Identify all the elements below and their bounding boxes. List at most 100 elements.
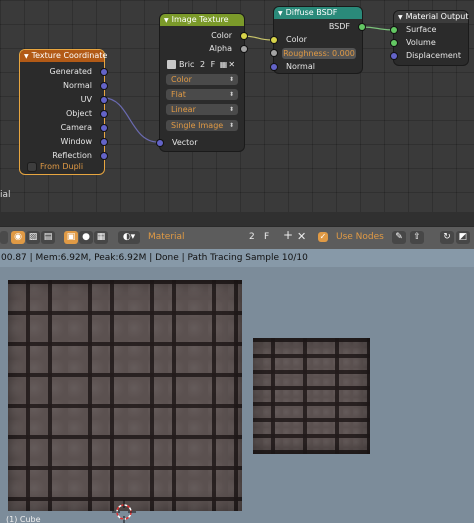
socket-normal[interactable] <box>101 83 107 89</box>
output-uv: UV <box>80 95 92 104</box>
unlink-material-icon[interactable]: ✕ <box>297 230 306 243</box>
collapse-triangle-icon[interactable]: ▼ <box>278 10 283 17</box>
go-parent-icon[interactable]: ⇧ <box>410 231 424 244</box>
material-output-node[interactable]: ▼ Material Output Surface Volume Displace… <box>391 11 468 65</box>
extension-value: Single Image <box>171 121 224 130</box>
output-generated: Generated <box>49 67 92 76</box>
link-bsdf-surface <box>361 26 395 31</box>
material-browse-icon[interactable]: ◐▾ <box>118 231 140 244</box>
socket-bsdf[interactable] <box>359 24 365 30</box>
image-browse-icon[interactable] <box>167 60 176 69</box>
render-status-bar: 00.87 | Mem:6.92M, Peak:6.92M | Done | P… <box>0 249 474 267</box>
image-name[interactable]: Bric <box>179 60 194 69</box>
node-title: Image Texture <box>171 15 229 24</box>
3d-viewport[interactable]: (1) Cube <box>0 267 474 523</box>
socket-camera[interactable] <box>101 125 107 131</box>
from-dupli-checkbox[interactable] <box>28 163 36 171</box>
socket-volume[interactable] <box>391 40 397 46</box>
use-nodes-label[interactable]: Use Nodes <box>336 231 384 244</box>
interpolation-value: Linear <box>171 105 196 114</box>
socket-alpha[interactable] <box>241 46 247 52</box>
node-editor[interactable]: ▼ Texture Coordinate Generated Normal UV … <box>0 0 474 212</box>
image-texture-header[interactable]: ▼ Image Texture <box>160 14 244 26</box>
socket-surface[interactable] <box>391 27 397 33</box>
3d-cursor-icon[interactable] <box>112 500 136 523</box>
color-space-dropdown[interactable]: Color ⬍ <box>166 74 238 85</box>
dropdown-arrow-icon: ⬍ <box>228 76 234 83</box>
material-output-header[interactable]: ▼ Material Output <box>394 11 468 23</box>
material-fake-user[interactable]: F <box>264 231 269 244</box>
texture-nodes-icon[interactable]: ▨ <box>26 231 40 244</box>
new-image-icon[interactable]: ▦ <box>220 60 228 69</box>
socket-input-color[interactable] <box>271 37 277 43</box>
color-space-value: Color <box>171 75 192 84</box>
output-normal: Normal <box>63 81 92 90</box>
dropdown-arrow-icon: ⬍ <box>228 91 234 98</box>
texture-coordinate-node[interactable]: ▼ Texture Coordinate Generated Normal UV … <box>20 50 107 174</box>
image-users: 2 <box>199 60 206 69</box>
link-uv-vector <box>103 97 159 143</box>
add-material-icon[interactable]: + <box>283 229 293 242</box>
unlink-image-icon[interactable]: ✕ <box>228 60 235 69</box>
side-label: ial <box>0 190 11 200</box>
snap-icon[interactable]: ↻ <box>440 231 454 244</box>
socket-generated[interactable] <box>101 69 107 75</box>
input-color: Color <box>286 35 307 44</box>
pin-icon[interactable]: ✎ <box>392 231 406 244</box>
socket-displacement[interactable] <box>391 53 397 59</box>
from-dupli-label: From Dupli <box>40 162 84 171</box>
input-normal: Normal <box>286 62 315 71</box>
diffuse-bsdf-header[interactable]: ▼ Diffuse BSDF <box>274 7 362 19</box>
linestyle-shader-icon[interactable]: ▦ <box>94 231 108 244</box>
node-title: Texture Coordinate <box>31 51 108 60</box>
material-users: 2 <box>249 232 255 242</box>
extension-dropdown[interactable]: Single Image ⬍ <box>166 120 238 131</box>
socket-uv[interactable] <box>101 97 107 103</box>
output-alpha: Alpha <box>209 44 232 53</box>
socket-reflection[interactable] <box>101 153 107 159</box>
texture-preview <box>253 338 370 454</box>
image-fake-user[interactable]: F <box>211 60 216 69</box>
collapse-triangle-icon[interactable]: ▼ <box>164 17 169 24</box>
node-title: Material Output <box>405 12 469 21</box>
socket-roughness[interactable] <box>271 50 277 56</box>
editor-type-edge[interactable] <box>0 231 8 244</box>
collapse-triangle-icon[interactable]: ▼ <box>398 14 403 21</box>
input-displacement: Displacement <box>406 51 461 60</box>
interpolation-dropdown[interactable]: Linear ⬍ <box>166 104 238 115</box>
diffuse-bsdf-node[interactable]: ▼ Diffuse BSDF BSDF Color Roughness: 0.00… <box>271 7 365 73</box>
socket-object[interactable] <box>101 111 107 117</box>
input-volume: Volume <box>406 38 436 47</box>
projection-dropdown[interactable]: Flat ⬍ <box>166 89 238 100</box>
backdrop-icon[interactable]: ◩ <box>456 231 470 244</box>
output-object: Object <box>65 109 92 118</box>
input-surface: Surface <box>406 25 437 34</box>
projection-value: Flat <box>171 90 186 99</box>
output-bsdf: BSDF <box>328 22 350 31</box>
texture-coordinate-header[interactable]: ▼ Texture Coordinate <box>20 50 107 62</box>
shader-nodes-icon[interactable]: ◉ <box>11 231 25 244</box>
object-shader-icon[interactable]: ▣ <box>64 231 78 244</box>
object-label: (1) Cube <box>6 515 41 523</box>
image-texture-node[interactable]: ▼ Image Texture Color Alpha Bric 2 F ▦✕ C… <box>157 14 247 151</box>
material-name[interactable]: Material <box>148 231 185 244</box>
roughness-field[interactable]: Roughness: 0.000 <box>282 48 356 59</box>
dropdown-arrow-icon: ⬍ <box>228 106 234 113</box>
socket-vector[interactable] <box>157 140 163 146</box>
node-editor-header: ◉ ▨ ▤ ▣ ● ▦ ◐▾ Material 2 F + ✕ ✓ Use No… <box>0 226 474 250</box>
output-window: Window <box>60 137 92 146</box>
socket-color[interactable] <box>241 33 247 39</box>
collapse-triangle-icon[interactable]: ▼ <box>24 53 29 60</box>
input-vector: Vector <box>172 138 198 147</box>
use-nodes-checkbox[interactable]: ✓ <box>318 232 328 242</box>
output-camera: Camera <box>60 123 92 132</box>
node-title: Diffuse BSDF <box>285 8 338 17</box>
compositing-nodes-icon[interactable]: ▤ <box>41 231 55 244</box>
socket-window[interactable] <box>101 139 107 145</box>
socket-normal-in[interactable] <box>271 64 277 70</box>
cube-front-face <box>8 280 242 511</box>
output-color: Color <box>211 31 232 40</box>
link-color-color <box>242 35 272 41</box>
image-selector[interactable]: Bric 2 F ▦✕ <box>167 59 239 70</box>
world-shader-icon[interactable]: ● <box>79 231 93 244</box>
